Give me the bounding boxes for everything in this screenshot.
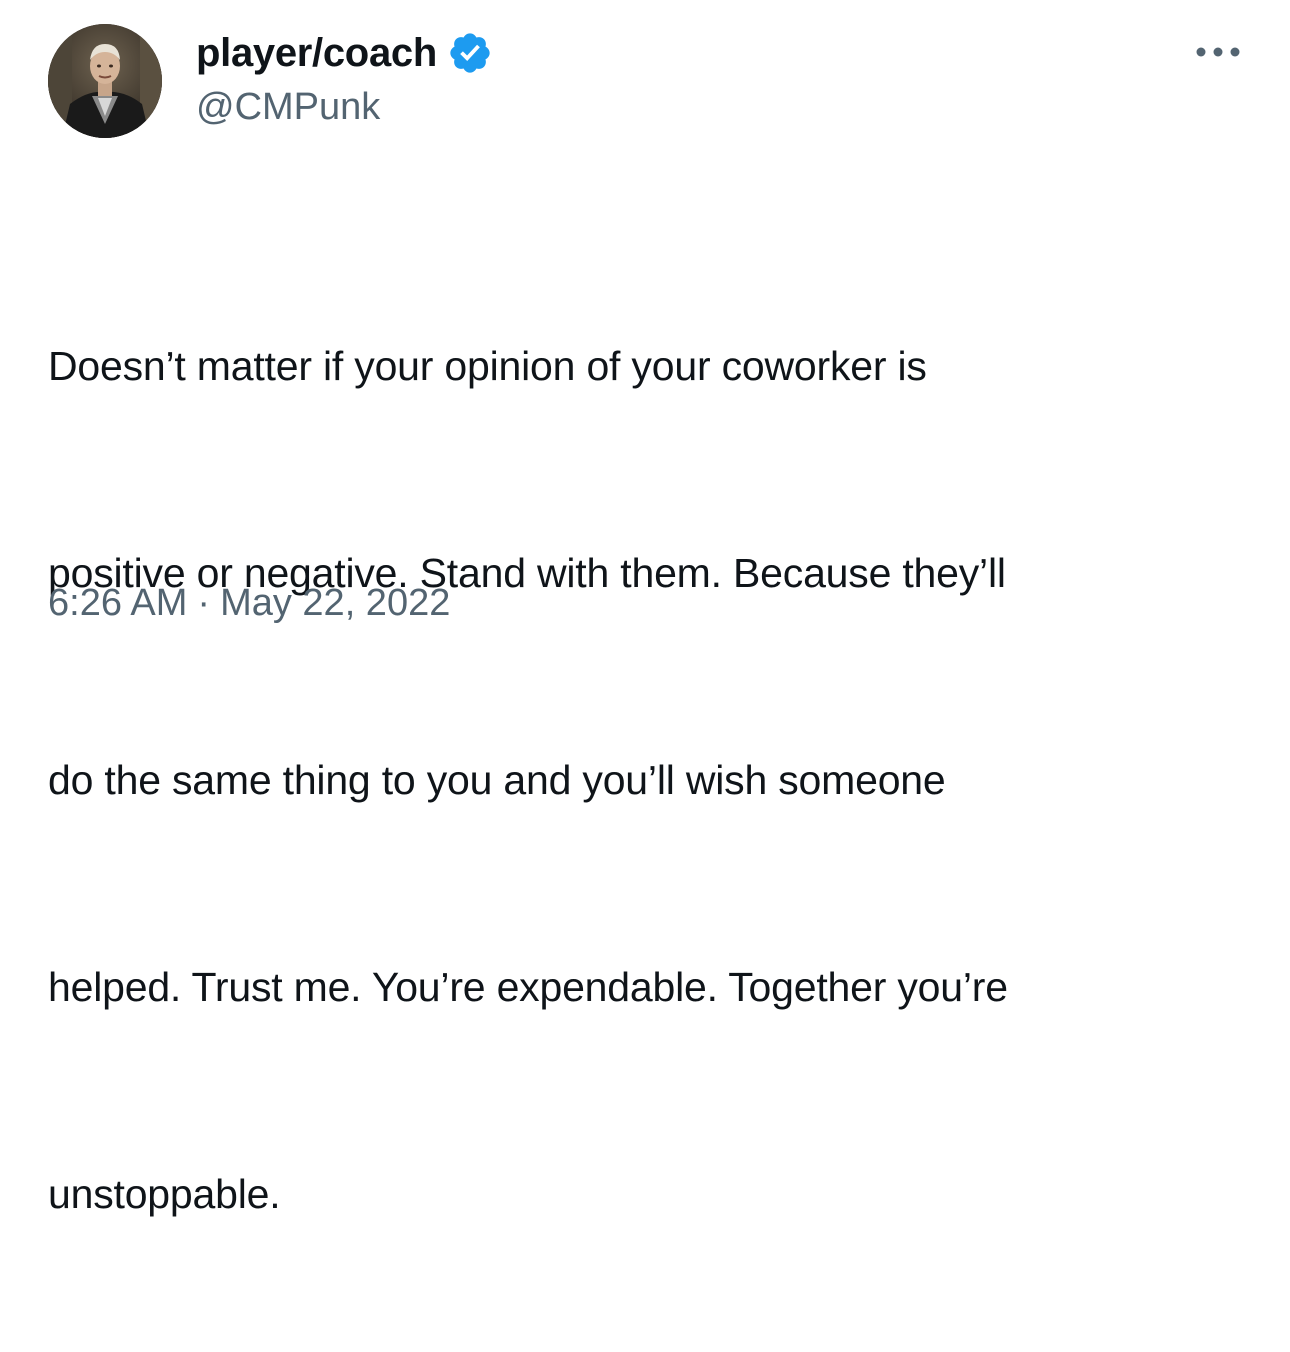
tweet-text-line: Doesn’t matter if your opinion of your c… — [48, 343, 927, 389]
avatar[interactable] — [48, 24, 162, 138]
tweet-time[interactable]: 6:26 AM — [48, 582, 187, 625]
verified-badge-icon[interactable] — [447, 30, 493, 76]
meta-separator: · — [197, 582, 211, 624]
tweet-text-line: helped. Trust me. You’re expendable. Tog… — [48, 964, 1008, 1010]
tweet-card: player/coach @CMPunk Doesn’t matter if y… — [0, 0, 1290, 1217]
tweet-text-line: unstoppable. — [48, 1171, 281, 1217]
more-options-button[interactable] — [1190, 34, 1246, 70]
tweet-timestamp: 6:26 AM · May 22, 2022 — [48, 582, 450, 625]
tweet-text: Doesn’t matter if your opinion of your c… — [48, 194, 1248, 1352]
display-name[interactable]: player/coach — [196, 31, 437, 76]
tweet-text-line: do the same thing to you and you’ll wish… — [48, 757, 946, 803]
author-handle[interactable]: @CMPunk — [196, 86, 380, 129]
author-name-row: player/coach — [196, 30, 493, 76]
ellipsis-icon — [1196, 47, 1240, 57]
tweet-date[interactable]: May 22, 2022 — [220, 582, 450, 625]
profile-photo-icon — [48, 24, 162, 138]
